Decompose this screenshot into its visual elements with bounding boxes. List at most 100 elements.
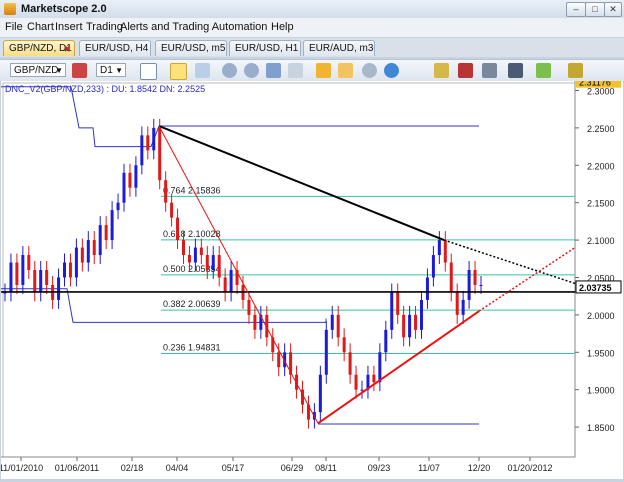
- tab-label: EUR/AUD, m30: [309, 43, 375, 54]
- tab-eurusd-m5[interactable]: EUR/USD, m5: [155, 40, 227, 56]
- indicator-icon[interactable]: [316, 63, 331, 78]
- y-tick-label: 1.9500: [587, 348, 615, 358]
- sound-icon[interactable]: [362, 63, 377, 78]
- candle-body: [461, 299, 465, 315]
- candle-body: [420, 299, 423, 330]
- y-tick-label: 2.1000: [587, 236, 615, 246]
- candle-body: [348, 352, 352, 375]
- red-trendline: [317, 310, 480, 425]
- candle-body: [45, 270, 49, 285]
- candle-body: [390, 292, 394, 330]
- candle-body: [63, 262, 66, 278]
- brush-icon[interactable]: [568, 63, 583, 78]
- candle-body: [9, 262, 13, 293]
- crosshair-icon[interactable]: [170, 63, 187, 80]
- candle-body: [354, 374, 358, 390]
- indicator-label: DNC_V2(GBP/NZD,233) : DU: 1.8542 DN: 2.2…: [5, 84, 205, 94]
- candle-body: [330, 314, 334, 330]
- ruler-icon[interactable]: [434, 63, 449, 78]
- candle-body: [467, 270, 471, 300]
- chevron-down-icon: ▼: [55, 66, 63, 75]
- candle-body: [437, 240, 441, 256]
- candle-body: [128, 172, 132, 188]
- chart-area[interactable]: 2.3000 2.2500 2.2000 2.1500 2.1000 2.0500 2.00…: [0, 75, 623, 479]
- x-tick-label: 09/23: [368, 463, 391, 473]
- tab-label: GBP/NZD, D1: [9, 43, 72, 54]
- timeframe-select[interactable]: D1 ▼: [96, 63, 126, 77]
- x-tick-label: 11/01/2010: [1, 463, 43, 473]
- pencil-icon[interactable]: [536, 63, 551, 78]
- window-title: Marketscope 2.0: [21, 3, 107, 15]
- candle-body: [205, 255, 209, 270]
- candle-body: [187, 255, 191, 263]
- candle-body: [324, 329, 328, 375]
- candle-body: [182, 240, 185, 256]
- candle-body: [253, 314, 257, 330]
- candle-body: [408, 314, 412, 338]
- candle-body: [193, 247, 197, 263]
- candle-body: [473, 270, 477, 285]
- zoom-in-icon[interactable]: [222, 63, 237, 78]
- tab-label: EUR/USD, H1: [235, 43, 299, 54]
- candle-body: [170, 202, 174, 218]
- instrument-select[interactable]: GBP/NZD ▼: [10, 63, 66, 77]
- globe-icon[interactable]: [384, 63, 399, 78]
- y-tick-label: 2.2500: [587, 124, 615, 134]
- chart-tabs: GBP/NZD, D1 ✖ EUR/USD, H4 EUR/USD, m5 EUR…: [0, 38, 624, 57]
- zoom-out-icon[interactable]: [244, 63, 259, 78]
- fib-level-label: 0.236 1.94831: [163, 343, 221, 353]
- x-tick-label: 12/20: [468, 463, 491, 473]
- menu-file[interactable]: File: [5, 21, 23, 33]
- y-tick-label: 2.1500: [587, 199, 615, 209]
- tab-label: EUR/USD, H4: [85, 43, 149, 54]
- candle-body: [336, 314, 340, 338]
- candle-body: [211, 255, 215, 270]
- price-badge-current-label: 2.03735: [579, 283, 612, 293]
- menu-insert[interactable]: Insert: [55, 21, 83, 33]
- scroll-icon[interactable]: [266, 63, 281, 78]
- instrument-color-icon[interactable]: [72, 63, 87, 78]
- candle-body: [455, 292, 459, 315]
- candle-body: [146, 135, 150, 151]
- menu-help[interactable]: Help: [271, 21, 294, 33]
- minimize-button[interactable]: –: [566, 2, 586, 17]
- maximize-button[interactable]: □: [585, 2, 605, 17]
- tab-euraud-m30[interactable]: EUR/AUD, m30: [303, 40, 375, 56]
- price-chart[interactable]: 2.30002.25002.20002.15002.10002.05002.00…: [0, 75, 623, 479]
- candle-body: [449, 262, 453, 293]
- candle-body: [342, 337, 346, 353]
- candle-body: [318, 374, 322, 413]
- candle-body: [414, 314, 418, 330]
- lines-icon[interactable]: [508, 63, 523, 78]
- x-tick-label: 06/29: [281, 463, 304, 473]
- candle-body: [384, 329, 388, 353]
- instrument-value: GBP/NZD: [14, 65, 59, 76]
- black-trendline-extension: [443, 239, 576, 285]
- candle-body: [199, 247, 203, 256]
- candle-body: [277, 352, 281, 368]
- menu-chart[interactable]: Chart: [27, 21, 54, 33]
- y-tick-label: 2.2000: [587, 161, 615, 171]
- data-window-icon[interactable]: [195, 63, 210, 78]
- draw-tools-icon[interactable]: [482, 63, 497, 78]
- y-tick-label: 1.8500: [587, 423, 615, 433]
- close-button[interactable]: ✕: [604, 2, 622, 17]
- candle-body: [425, 277, 429, 300]
- tab-eurusd-h1[interactable]: EUR/USD, H1: [229, 40, 301, 56]
- menu-trading[interactable]: Trading: [86, 21, 123, 33]
- tab-eurusd-h4[interactable]: EUR/USD, H4: [79, 40, 151, 56]
- image-icon[interactable]: [458, 63, 473, 78]
- candle-body: [443, 240, 447, 263]
- candle-body: [229, 270, 233, 293]
- signal-icon[interactable]: [338, 63, 353, 78]
- candle-body: [110, 210, 114, 241]
- tab-gbpnzd-d1[interactable]: GBP/NZD, D1 ✖: [3, 40, 75, 56]
- candle-body: [15, 262, 19, 285]
- menu-alerts[interactable]: Alerts and Trading Automation: [120, 21, 267, 33]
- candle-body: [479, 284, 483, 286]
- magnifier-icon[interactable]: [288, 63, 303, 78]
- chart-type-icon[interactable]: [140, 63, 157, 80]
- close-tab-icon[interactable]: ✖: [63, 41, 71, 56]
- x-tick-label: 05/17: [222, 463, 245, 473]
- timeframe-value: D1: [100, 65, 113, 76]
